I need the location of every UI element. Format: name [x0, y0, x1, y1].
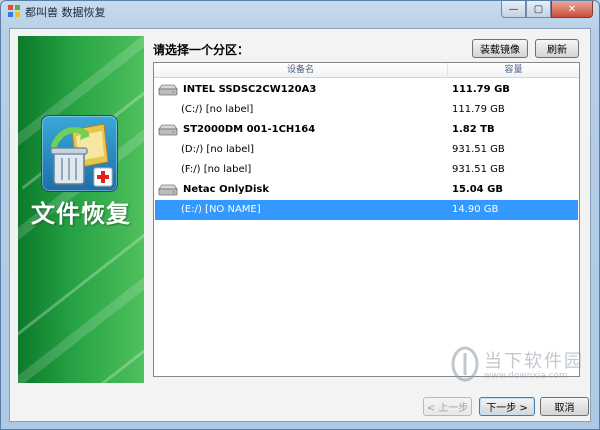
- capacity-value: 111.79 GB: [452, 84, 510, 95]
- disk-name: Netac OnlyDisk: [183, 184, 269, 195]
- hard-drive-icon: [158, 84, 178, 96]
- list-header: 设备名 容量: [154, 63, 579, 78]
- disk-name: ST2000DM 001-1CH164: [183, 124, 316, 135]
- capacity-value: 111.79 GB: [452, 104, 505, 115]
- minimize-button[interactable]: —: [501, 1, 526, 18]
- disk-row[interactable]: INTEL SSDSC2CW120A3 111.79 GB: [155, 80, 578, 100]
- partition-name: (D:/) [no label]: [181, 144, 255, 155]
- recycle-bin-icon: [50, 123, 113, 187]
- window-title: 都叫兽 数据恢复: [25, 6, 106, 19]
- next-button[interactable]: 下一步 >: [479, 397, 535, 416]
- window-controls: — ▢ ✕: [501, 1, 593, 19]
- app-window: 都叫兽 数据恢复 — ▢ ✕ 文件恢复 请选择一个分区： 装载镜像 刷新 设备名…: [0, 0, 600, 430]
- refresh-button[interactable]: 刷新: [535, 39, 579, 58]
- wizard-panel: 文件恢复 请选择一个分区： 装载镜像 刷新 设备名 容量 INTEL SSDSC…: [9, 28, 591, 422]
- capacity-value: 15.04 GB: [452, 184, 503, 195]
- close-button[interactable]: ✕: [551, 1, 593, 18]
- disk-row[interactable]: Netac OnlyDisk 15.04 GB: [155, 180, 578, 200]
- partition-row[interactable]: (C:/) [no label] 111.79 GB: [155, 100, 578, 120]
- banner-label: 文件恢复: [31, 200, 131, 228]
- app-icon: [8, 5, 20, 17]
- side-banner: 文件恢复: [18, 36, 144, 383]
- column-header-device[interactable]: 设备名: [154, 63, 448, 78]
- maximize-button[interactable]: ▢: [526, 1, 551, 18]
- capacity-value: 1.82 TB: [452, 124, 495, 135]
- back-button[interactable]: < 上一步: [423, 397, 472, 416]
- partition-name: (E:/) [NO NAME]: [181, 204, 261, 215]
- hard-drive-icon: [158, 184, 178, 196]
- partition-row[interactable]: (E:/) [NO NAME] 14.90 GB: [155, 200, 578, 220]
- page-heading: 请选择一个分区：: [153, 43, 250, 57]
- partition-row[interactable]: (D:/) [no label] 931.51 GB: [155, 140, 578, 160]
- title-bar[interactable]: 都叫兽 数据恢复 — ▢ ✕: [1, 1, 599, 21]
- disk-row[interactable]: ST2000DM 001-1CH164 1.82 TB: [155, 120, 578, 140]
- disk-name: INTEL SSDSC2CW120A3: [183, 84, 317, 95]
- capacity-value: 14.90 GB: [452, 204, 499, 215]
- file-recovery-icon-box: [41, 115, 118, 192]
- capacity-value: 931.51 GB: [452, 164, 505, 175]
- partition-list[interactable]: 设备名 容量 INTEL SSDSC2CW120A3 111.79 GB (C:/)…: [153, 62, 580, 377]
- mount-image-button[interactable]: 装载镜像: [472, 39, 528, 58]
- hard-drive-icon: [158, 124, 178, 136]
- partition-name: (F:/) [no label]: [181, 164, 252, 175]
- cancel-button[interactable]: 取消: [540, 397, 589, 416]
- capacity-value: 931.51 GB: [452, 144, 505, 155]
- column-header-capacity[interactable]: 容量: [448, 63, 579, 78]
- partition-row[interactable]: (F:/) [no label] 931.51 GB: [155, 160, 578, 180]
- partition-name: (C:/) [no label]: [181, 104, 254, 115]
